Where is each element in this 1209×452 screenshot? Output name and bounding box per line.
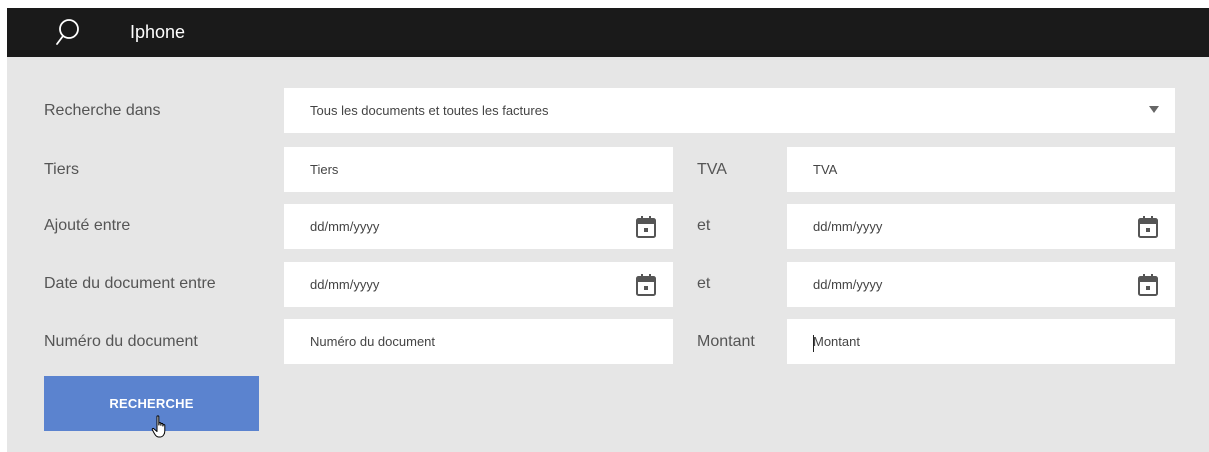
search-in-select[interactable]: Tous les documents et toutes les facture… <box>284 88 1175 133</box>
added-to-date-value: dd/mm/yyyy <box>813 219 883 234</box>
top-search-bar: Iphone <box>7 8 1209 57</box>
search-in-value: Tous les documents et toutes les facture… <box>310 103 549 118</box>
search-query[interactable]: Iphone <box>130 22 185 43</box>
text-cursor <box>813 335 814 352</box>
amount-label: Montant <box>697 333 755 350</box>
hand-pointer-cursor <box>151 415 166 438</box>
search-panel: Iphone Recherche dans Tous les documents… <box>7 8 1209 452</box>
added-and-label: et <box>697 217 711 234</box>
calendar-icon[interactable] <box>636 216 656 238</box>
calendar-icon[interactable] <box>1138 216 1158 238</box>
dropdown-caret-icon <box>1149 106 1159 113</box>
calendar-icon[interactable] <box>1138 274 1158 296</box>
tiers-input[interactable] <box>284 147 673 192</box>
doc-date-and-label: et <box>697 275 711 292</box>
search-in-label: Recherche dans <box>44 102 161 119</box>
doc-date-to-field[interactable]: dd/mm/yyyy <box>787 262 1175 307</box>
amount-input[interactable] <box>787 319 1175 364</box>
doc-date-between-label: Date du document entre <box>44 275 216 292</box>
search-icon[interactable] <box>55 18 81 46</box>
doc-number-input[interactable] <box>284 319 673 364</box>
calendar-icon[interactable] <box>636 274 656 296</box>
added-to-date-field[interactable]: dd/mm/yyyy <box>787 204 1175 249</box>
doc-date-from-field[interactable]: dd/mm/yyyy <box>284 262 673 307</box>
doc-date-from-value: dd/mm/yyyy <box>310 277 380 292</box>
added-between-label: Ajouté entre <box>44 217 131 234</box>
tva-label: TVA <box>697 161 727 178</box>
tva-input[interactable] <box>787 147 1175 192</box>
added-from-date-field[interactable]: dd/mm/yyyy <box>284 204 673 249</box>
doc-number-label: Numéro du document <box>44 333 198 350</box>
added-from-date-value: dd/mm/yyyy <box>310 219 380 234</box>
tiers-label: Tiers <box>44 161 79 178</box>
doc-date-to-value: dd/mm/yyyy <box>813 277 883 292</box>
